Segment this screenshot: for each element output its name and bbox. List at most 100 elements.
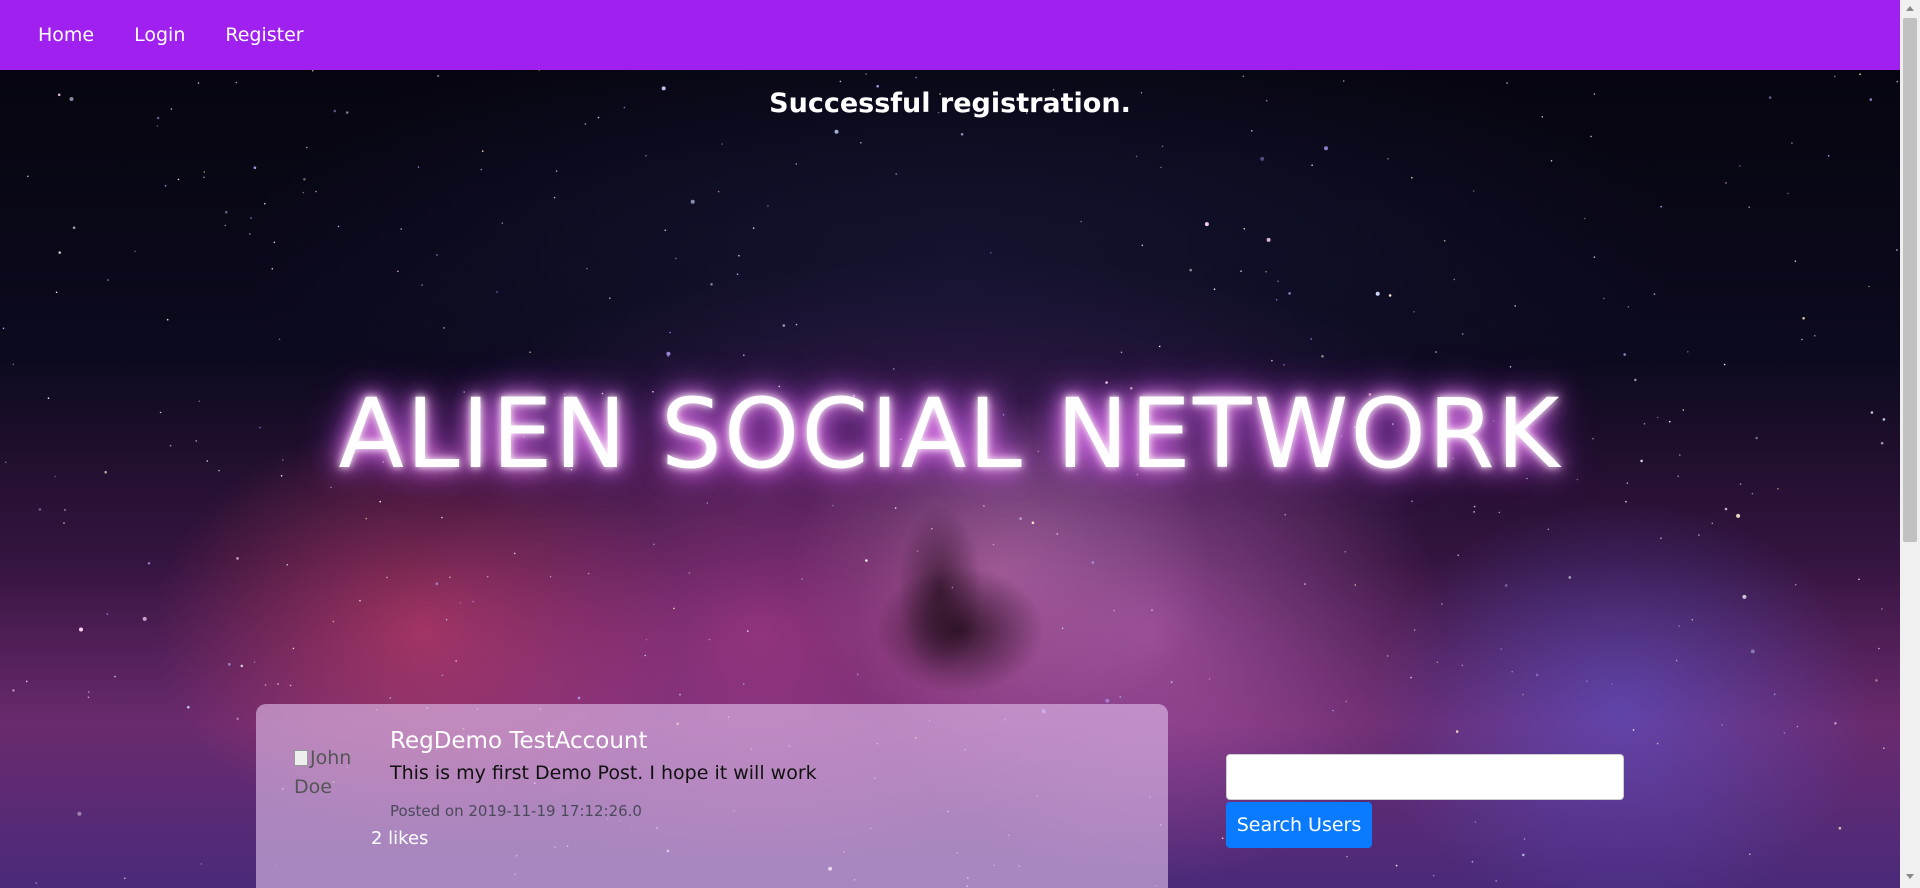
star (1834, 75, 1836, 78)
post-author[interactable]: RegDemo TestAccount (390, 728, 648, 754)
star (289, 684, 292, 687)
nav-link-login[interactable]: Login (126, 20, 193, 50)
star (1523, 838, 1526, 840)
star (1504, 584, 1508, 587)
star (134, 250, 136, 253)
site-title: ALIEN SOCIAL NETWORK (338, 378, 1562, 490)
star (58, 251, 61, 254)
star (27, 175, 29, 178)
star (894, 507, 897, 509)
top-navbar: Home Login Register (0, 0, 1900, 70)
star (513, 552, 516, 555)
star (1750, 649, 1755, 654)
star (496, 291, 498, 293)
star (645, 154, 647, 157)
star (983, 505, 985, 507)
star (795, 323, 798, 326)
star (1698, 534, 1700, 536)
star (1742, 594, 1747, 599)
post-likes[interactable]: 2 likes (371, 828, 428, 849)
star (1498, 511, 1501, 514)
star (1675, 659, 1678, 662)
star (1687, 351, 1689, 353)
star (834, 129, 839, 134)
star (1158, 345, 1161, 348)
star (1691, 618, 1694, 621)
star (1288, 292, 1291, 295)
flash-message: Successful registration. (769, 88, 1131, 119)
star (1413, 311, 1415, 313)
star (1251, 130, 1253, 132)
star (577, 696, 581, 700)
nav-link-register[interactable]: Register (217, 20, 311, 50)
star (1896, 249, 1898, 251)
star (856, 673, 859, 676)
star (549, 575, 552, 578)
star (278, 338, 281, 341)
star (1721, 724, 1723, 726)
scroll-up-arrow-icon[interactable] (1906, 6, 1914, 11)
star (389, 697, 392, 699)
star (795, 163, 798, 165)
star (156, 125, 159, 127)
star (666, 351, 671, 356)
star (584, 123, 587, 125)
star (315, 190, 317, 193)
star (253, 661, 256, 663)
star (1113, 609, 1115, 612)
star (1091, 561, 1095, 564)
star (916, 550, 919, 552)
star (142, 616, 147, 621)
star (397, 270, 399, 273)
post-card: John Doe RegDemo TestAccount This is my … (256, 704, 1168, 888)
star (271, 268, 274, 270)
star (664, 229, 667, 232)
star (1878, 647, 1880, 650)
scrollbar-thumb[interactable] (1903, 18, 1917, 542)
star (1141, 244, 1144, 247)
star (893, 368, 895, 370)
star (77, 811, 82, 816)
star (400, 228, 403, 230)
star (1474, 821, 1477, 823)
star (1660, 205, 1662, 208)
star (1796, 725, 1799, 728)
star (1455, 730, 1459, 733)
star (365, 517, 368, 520)
star (1260, 156, 1265, 161)
star (417, 166, 420, 168)
star (1603, 297, 1605, 300)
star (1473, 505, 1476, 508)
star (264, 684, 267, 686)
star (1342, 80, 1345, 82)
star (1725, 182, 1727, 184)
search-users-button[interactable]: Search Users (1226, 802, 1372, 848)
star (706, 502, 709, 504)
star (931, 527, 933, 530)
star (386, 576, 388, 579)
star (1749, 853, 1751, 855)
star (164, 185, 167, 187)
star (421, 284, 423, 286)
star (1386, 655, 1389, 657)
star (1547, 528, 1550, 531)
nav-link-home[interactable]: Home (30, 20, 102, 50)
star (915, 76, 917, 79)
star (1443, 240, 1446, 242)
search-users-input[interactable] (1226, 754, 1624, 800)
star (990, 252, 992, 254)
star (1586, 680, 1588, 682)
star (12, 363, 15, 366)
star (860, 142, 862, 144)
star (587, 572, 590, 575)
scroll-down-arrow-icon[interactable] (1906, 874, 1914, 879)
star (35, 882, 38, 884)
star (1461, 333, 1464, 335)
vertical-scrollbar[interactable] (1900, 0, 1920, 888)
star (1611, 683, 1613, 686)
star (1791, 142, 1793, 144)
star (1135, 155, 1138, 158)
star (1859, 73, 1861, 75)
star (1375, 291, 1380, 296)
star (1105, 698, 1110, 703)
